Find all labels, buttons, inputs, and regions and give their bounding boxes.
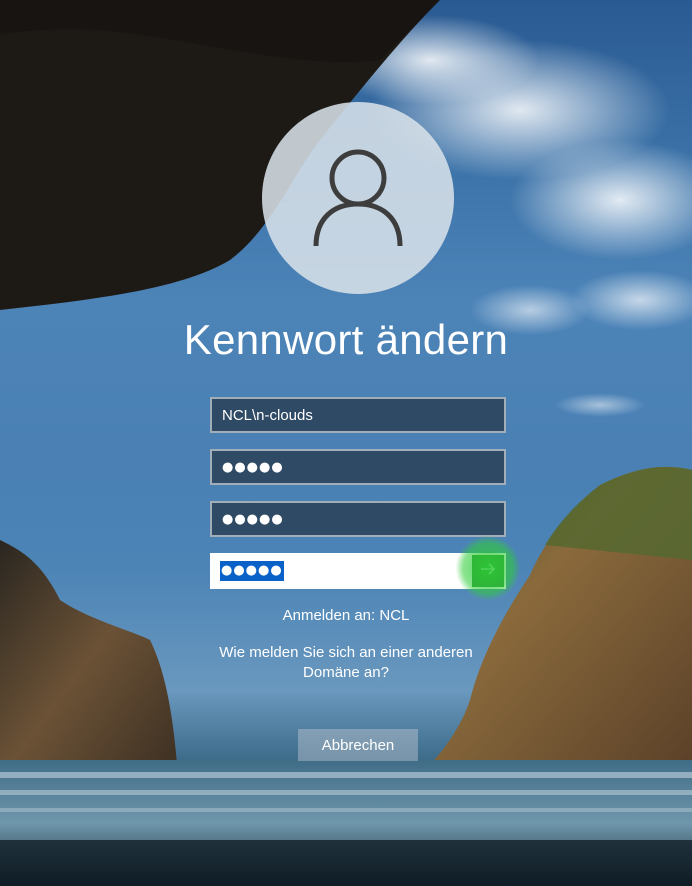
user-icon [312, 144, 404, 252]
new-password-value: ●●●●● [222, 511, 284, 527]
user-avatar [262, 102, 454, 294]
cancel-button[interactable]: Abbrechen [298, 729, 418, 761]
confirm-password-value: ●●●●● [220, 561, 284, 581]
old-password-value: ●●●●● [222, 459, 284, 475]
page-title: Kennwort ändern [183, 316, 509, 363]
new-password-field[interactable]: ●●●●● [210, 501, 506, 537]
old-password-field[interactable]: ●●●●● [210, 449, 506, 485]
signin-domain-label: Anmelden an: NCL [282, 607, 410, 624]
lock-screen: Kennwort ändern NCL\n-clouds ●●●●● ●●●●●… [0, 0, 692, 886]
confirm-password-field[interactable]: ●●●●● [210, 553, 506, 589]
other-domain-link[interactable]: Wie melden Sie sich an einer anderen Dom… [0, 643, 692, 683]
arrow-right-icon [480, 562, 496, 580]
username-value: NCL\n-clouds [222, 406, 313, 424]
username-field[interactable]: NCL\n-clouds [210, 397, 506, 433]
other-domain-line-1: Wie melden Sie sich an einer anderen [219, 644, 473, 661]
other-domain-line-2: Domäne an? [303, 664, 389, 681]
submit-button[interactable] [472, 555, 504, 587]
